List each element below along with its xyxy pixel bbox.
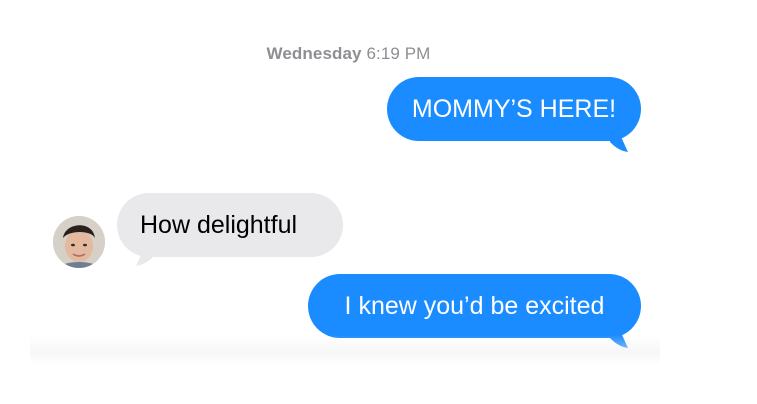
sent-message-bubble[interactable]: MOMMY’S HERE! bbox=[387, 77, 641, 141]
bottom-fade bbox=[30, 335, 660, 365]
contact-avatar[interactable] bbox=[53, 216, 105, 268]
message-timestamp: Wednesday 6:19 PM bbox=[0, 44, 697, 64]
received-message-bubble[interactable]: How delightful bbox=[117, 193, 343, 257]
sent-message-bubble[interactable]: I knew you’d be excited bbox=[308, 274, 641, 338]
timestamp-time: 6:19 PM bbox=[366, 44, 431, 63]
person-avatar-icon bbox=[53, 216, 105, 268]
sent-bubble-tail bbox=[610, 122, 628, 152]
timestamp-day: Wednesday bbox=[266, 44, 362, 63]
